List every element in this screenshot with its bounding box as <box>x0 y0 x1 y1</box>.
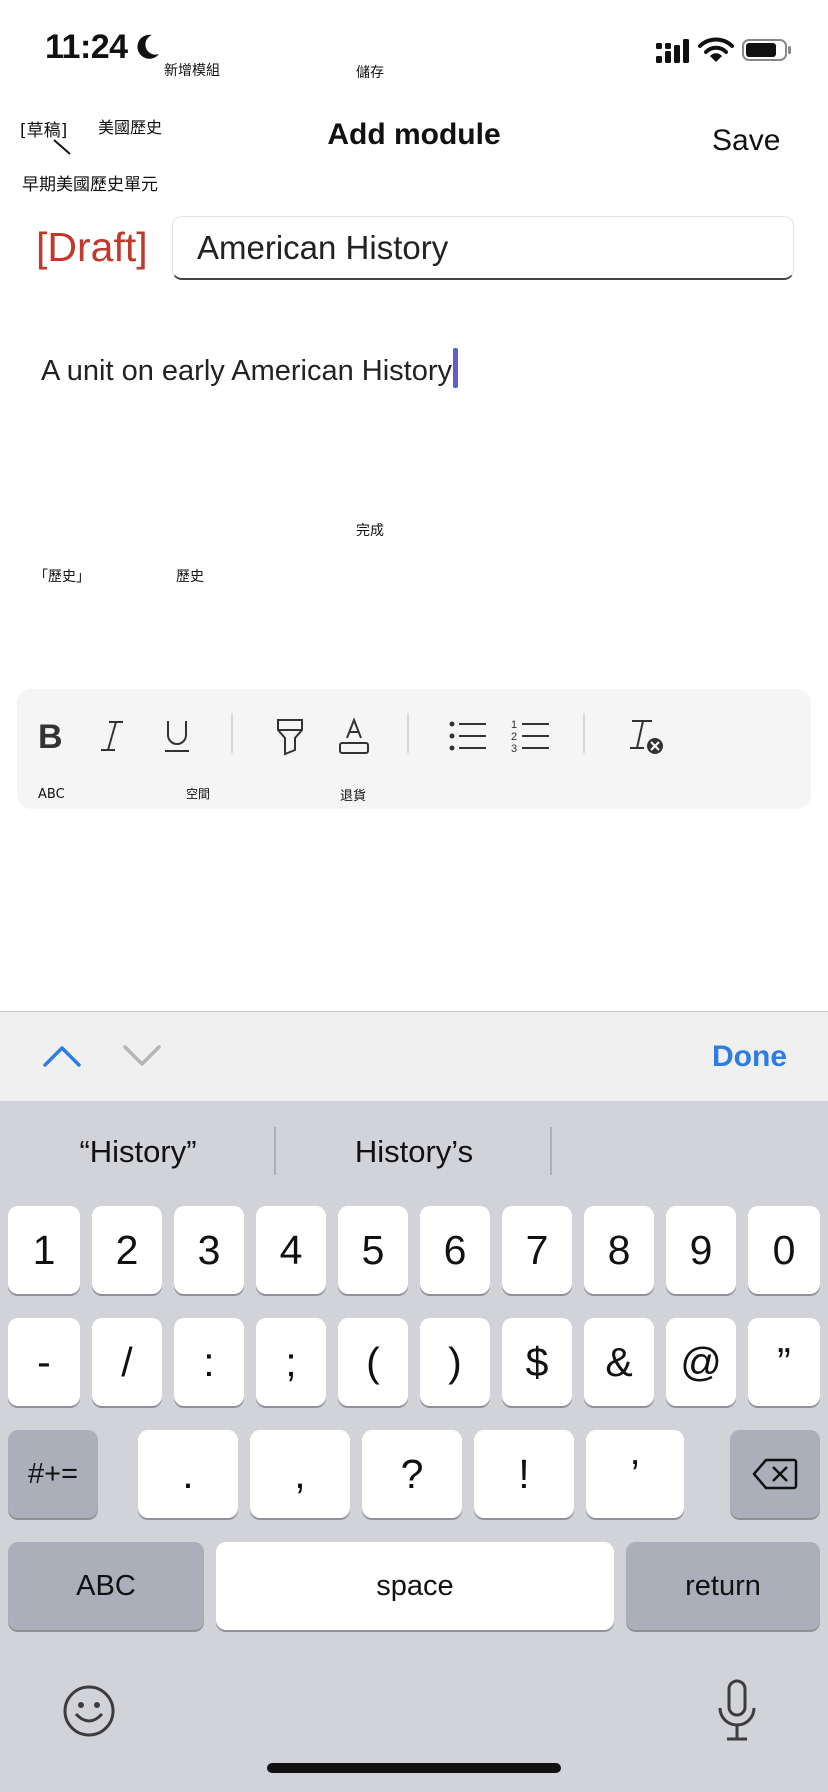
svg-text:1: 1 <box>511 719 517 731</box>
bullet-list-icon[interactable] <box>443 711 493 761</box>
svg-text:3: 3 <box>511 743 517 755</box>
key-9[interactable]: 9 <box>666 1206 736 1294</box>
underline-icon[interactable] <box>152 711 202 761</box>
key-hyphen[interactable]: - <box>8 1318 80 1406</box>
done-button[interactable]: Done <box>712 1040 787 1074</box>
key-3[interactable]: 3 <box>174 1206 244 1294</box>
key-slash[interactable]: / <box>92 1318 162 1406</box>
overlay-space: 空間 <box>186 787 211 801</box>
toolbar-divider <box>231 713 233 753</box>
key-question[interactable]: ? <box>362 1430 462 1518</box>
toolbar-divider <box>583 713 585 753</box>
moon-icon <box>137 34 159 59</box>
numbered-list-icon[interactable]: 123 <box>506 711 556 761</box>
key-period[interactable]: . <box>138 1430 238 1518</box>
page-title: Add module <box>327 118 501 151</box>
overlay-unit-desc: 早期美國歷史單元 <box>22 175 158 195</box>
overlay-add-module: 新增模組 <box>164 63 220 79</box>
key-8[interactable]: 8 <box>584 1206 654 1294</box>
status-time: 11:24 <box>45 28 128 66</box>
description-text: A unit on early American History <box>41 355 453 387</box>
text-color-icon[interactable] <box>329 711 379 761</box>
key-symbols[interactable]: #+= <box>8 1430 98 1518</box>
key-1[interactable]: 1 <box>8 1206 80 1294</box>
module-title-input[interactable] <box>172 216 794 280</box>
key-open-paren[interactable]: ( <box>338 1318 408 1406</box>
toolbar-divider <box>407 713 409 753</box>
formatting-toolbar: B 123 ABC 空間 退貨 <box>17 689 811 809</box>
clear-formatting-icon[interactable] <box>621 711 671 761</box>
suggestion-2[interactable]: History’s <box>276 1127 552 1177</box>
wifi-icon <box>698 37 734 62</box>
overlay-save: 儲存 <box>356 65 384 81</box>
draft-label: [Draft] <box>36 224 148 270</box>
description-editor[interactable]: A unit on early American History <box>41 348 459 388</box>
emoji-icon[interactable] <box>62 1684 116 1738</box>
cellular-signal-icon <box>656 39 689 63</box>
overlay-abc: ABC <box>38 787 65 802</box>
key-4[interactable]: 4 <box>256 1206 326 1294</box>
key-2[interactable]: 2 <box>92 1206 162 1294</box>
key-comma[interactable]: , <box>250 1430 350 1518</box>
overlay-history-quoted: 「歷史」 <box>34 569 90 585</box>
suggestion-1[interactable]: “History” <box>0 1127 276 1177</box>
key-dollar[interactable]: $ <box>502 1318 572 1406</box>
keyboard-accessory-bar <box>0 1011 828 1101</box>
chevron-up-icon[interactable] <box>42 1044 82 1068</box>
microphone-icon[interactable] <box>714 1678 760 1744</box>
chevron-down-icon[interactable] <box>122 1044 162 1068</box>
key-ampersand[interactable]: & <box>584 1318 654 1406</box>
battery-icon <box>742 39 791 61</box>
overlay-return: 退貨 <box>340 789 367 804</box>
key-0[interactable]: 0 <box>748 1206 820 1294</box>
keyboard: “History” History’s 1 2 3 4 5 6 7 8 9 0 … <box>0 1101 828 1792</box>
space-key[interactable]: space <box>216 1542 614 1630</box>
svg-text:B: B <box>38 718 63 754</box>
key-colon[interactable]: : <box>174 1318 244 1406</box>
key-quote[interactable]: ” <box>748 1318 820 1406</box>
key-abc[interactable]: ABC <box>8 1542 204 1630</box>
backspace-icon <box>752 1458 798 1490</box>
key-5[interactable]: 5 <box>338 1206 408 1294</box>
return-key[interactable]: return <box>626 1542 820 1630</box>
key-apostrophe[interactable]: ’ <box>586 1430 684 1518</box>
key-7[interactable]: 7 <box>502 1206 572 1294</box>
key-exclamation[interactable]: ! <box>474 1430 574 1518</box>
home-indicator <box>267 1763 561 1773</box>
suggestion-3[interactable] <box>552 1127 828 1177</box>
save-button[interactable]: Save <box>712 124 780 158</box>
overlay-history: 歷史 <box>176 569 204 585</box>
key-6[interactable]: 6 <box>420 1206 490 1294</box>
key-close-paren[interactable]: ) <box>420 1318 490 1406</box>
svg-text:2: 2 <box>511 731 517 743</box>
backspace-key[interactable] <box>730 1430 820 1518</box>
bold-icon[interactable]: B <box>24 711 74 761</box>
key-at[interactable]: @ <box>666 1318 736 1406</box>
italic-icon[interactable] <box>87 711 137 761</box>
text-caret <box>453 348 459 388</box>
overlay-done: 完成 <box>356 523 384 539</box>
highlighter-icon[interactable] <box>265 711 315 761</box>
key-semicolon[interactable]: ; <box>256 1318 326 1406</box>
